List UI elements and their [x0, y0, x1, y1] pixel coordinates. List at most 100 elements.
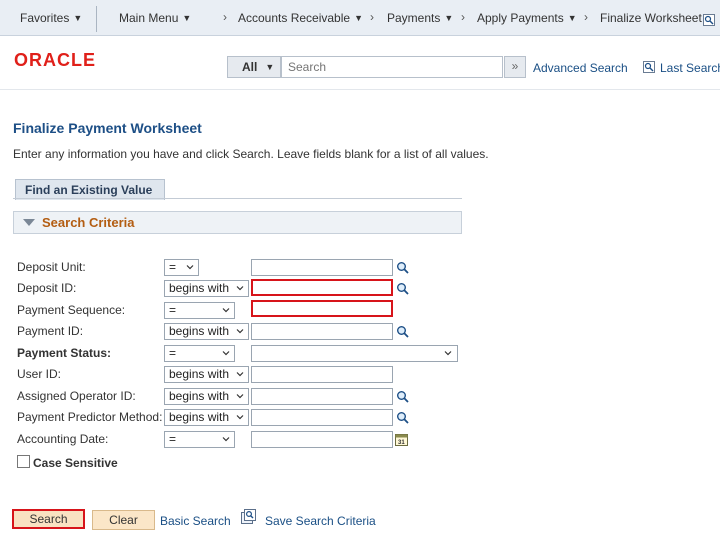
chevron-right-icon: ›	[584, 10, 588, 24]
main-menu[interactable]: Main Menu ▼	[119, 11, 191, 25]
chevron-right-icon: ›	[461, 10, 465, 24]
operator-value: =	[169, 346, 177, 360]
payment-status-label: Payment Status:	[17, 346, 112, 360]
chevron-right-icon: ›	[223, 10, 227, 24]
deposit-id-input[interactable]	[251, 279, 393, 296]
lookup-search-icon[interactable]	[396, 282, 409, 295]
lookup-search-icon[interactable]	[396, 261, 409, 274]
operator-value: begins with	[169, 324, 230, 338]
assigned-operator-id-label: Assigned Operator ID:	[17, 389, 136, 403]
magnifier-page-icon[interactable]	[703, 14, 715, 26]
svg-text:31: 31	[398, 440, 405, 446]
chevron-down-icon: ▼	[354, 13, 363, 23]
accounting-date-input[interactable]	[251, 431, 393, 448]
page-title: Finalize Payment Worksheet	[13, 120, 202, 136]
lookup-search-icon[interactable]	[396, 411, 409, 424]
operator-value: begins with	[169, 389, 230, 403]
payment-sequence-operator-select[interactable]: =	[164, 302, 235, 319]
breadcrumb-apply-payments[interactable]: Apply Payments ▼	[477, 11, 577, 25]
chevron-down-icon	[236, 372, 244, 377]
deposit-id-operator-select[interactable]: begins with	[164, 280, 249, 297]
case-sensitive-checkbox[interactable]	[17, 455, 30, 468]
accounting-date-operator-select[interactable]: =	[164, 431, 235, 448]
calendar-icon[interactable]: 31	[395, 433, 408, 446]
operator-value: =	[169, 432, 177, 446]
oracle-logo: ORACLE	[14, 50, 96, 70]
deposit-unit-label: Deposit Unit:	[17, 260, 86, 274]
search-scope-select[interactable]: All ▼	[227, 56, 281, 78]
chevron-down-icon	[186, 265, 194, 270]
user-id-operator-select[interactable]: begins with	[164, 366, 249, 383]
top-navigation-bar: Favorites ▼ Main Menu ▼ › Accounts Receiva…	[0, 0, 720, 36]
nav-divider	[96, 6, 97, 32]
favorites-menu[interactable]: Favorites ▼	[20, 11, 82, 25]
chevron-down-icon: ▼	[265, 62, 275, 72]
main-menu-label: Main Menu	[119, 11, 179, 25]
basic-search-link[interactable]: Basic Search	[160, 514, 231, 528]
operator-value: begins with	[169, 367, 230, 381]
user-id-input[interactable]	[251, 366, 393, 383]
payment-id-label: Payment ID:	[17, 324, 84, 338]
chevron-down-icon: ▼	[444, 13, 454, 23]
chevron-down-icon: ▼	[73, 13, 83, 23]
assigned-operator-id-input[interactable]	[251, 388, 393, 405]
case-sensitive-label: Case Sensitive	[33, 456, 118, 470]
payment-sequence-label: Payment Sequence:	[17, 303, 126, 317]
chevron-down-icon: ▼	[182, 13, 192, 23]
search-scope-label: All	[242, 60, 258, 74]
payment-sequence-input[interactable]	[251, 300, 393, 317]
accounting-date-label: Accounting Date:	[17, 432, 109, 446]
operator-value: =	[169, 303, 177, 317]
user-id-label: User ID:	[17, 367, 62, 381]
chevron-down-icon	[236, 329, 244, 334]
chevron-down-icon	[236, 415, 244, 420]
search-go-button[interactable]: »	[504, 56, 526, 78]
assigned-operator-id-operator-select[interactable]: begins with	[164, 388, 249, 405]
chevron-down-icon	[444, 351, 452, 356]
payment-id-input[interactable]	[251, 323, 393, 340]
save-search-criteria-link[interactable]: Save Search Criteria	[265, 514, 376, 528]
lookup-search-icon[interactable]	[396, 325, 409, 338]
chevron-down-icon	[236, 286, 244, 291]
operator-value: begins with	[169, 281, 230, 295]
breadcrumb-label: Apply Payments	[477, 11, 564, 25]
last-search-link[interactable]: Last Search	[660, 61, 720, 75]
section-title: Search Criteria	[42, 215, 135, 230]
operator-value: begins with	[169, 410, 230, 424]
search-button[interactable]: Search	[12, 509, 85, 529]
page-header: ORACLE All ▼ » Advanced Search Last Searc…	[0, 36, 720, 90]
payment-predictor-method-label: Payment Predictor Method:	[17, 410, 163, 424]
tab-divider	[13, 198, 462, 199]
payment-id-operator-select[interactable]: begins with	[164, 323, 249, 340]
lookup-search-icon[interactable]	[396, 390, 409, 403]
save-search-icon[interactable]	[240, 508, 257, 525]
search-criteria-section[interactable]: Search Criteria	[13, 211, 462, 234]
double-chevron-right-icon: »	[511, 59, 519, 73]
clear-button[interactable]: Clear	[92, 510, 155, 530]
chevron-down-icon	[222, 308, 230, 313]
global-search-input[interactable]	[281, 56, 503, 78]
breadcrumb-payments[interactable]: Payments ▼	[387, 11, 453, 25]
advanced-search-link[interactable]: Advanced Search	[533, 61, 628, 75]
tab-find-existing-value[interactable]: Find an Existing Value	[15, 179, 165, 200]
favorites-label: Favorites	[20, 11, 70, 25]
collapse-triangle-icon	[23, 219, 35, 226]
chevron-down-icon	[236, 394, 244, 399]
breadcrumb-label: Payments	[387, 11, 441, 25]
chevron-down-icon	[222, 437, 230, 442]
magnifier-page-icon	[643, 61, 655, 73]
breadcrumb-accounts-receivable[interactable]: Accounts Receivable ▼	[238, 11, 363, 25]
operator-value: =	[169, 260, 177, 274]
chevron-right-icon: ›	[370, 10, 374, 24]
breadcrumb-label: Finalize Worksheet	[600, 11, 702, 25]
payment-predictor-method-input[interactable]	[251, 409, 393, 426]
chevron-down-icon	[222, 351, 230, 356]
chevron-down-icon: ▼	[567, 13, 577, 23]
payment-status-select[interactable]	[251, 345, 458, 362]
payment-predictor-method-operator-select[interactable]: begins with	[164, 409, 249, 426]
deposit-unit-operator-select[interactable]: =	[164, 259, 199, 276]
deposit-id-label: Deposit ID:	[17, 281, 77, 295]
payment-status-operator-select[interactable]: =	[164, 345, 235, 362]
deposit-unit-input[interactable]	[251, 259, 393, 276]
breadcrumb-finalize-worksheet[interactable]: Finalize Worksheet	[600, 11, 702, 25]
